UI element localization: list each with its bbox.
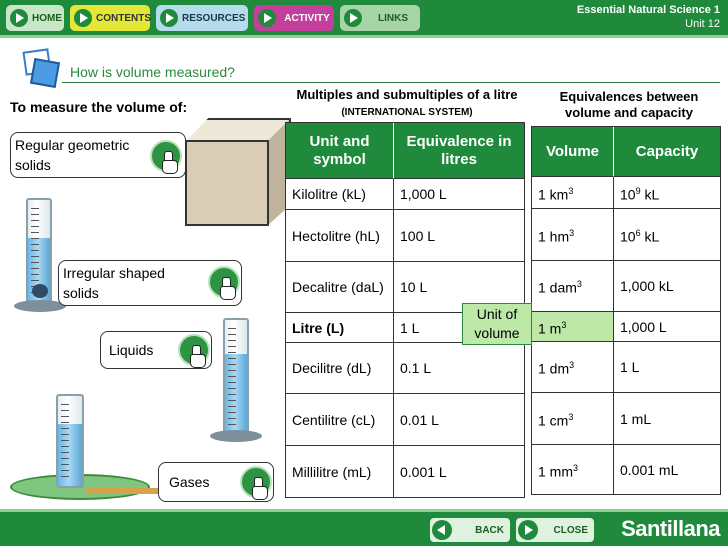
measure-heading: To measure the volume of:: [10, 99, 188, 115]
litre-unit: Millilitre (mL): [286, 446, 394, 497]
litre-equiv: 1,000 L: [394, 179, 524, 210]
hand-pointer-icon[interactable]: [150, 140, 182, 174]
cylinder-base: [210, 430, 262, 442]
play-arrow-icon: [258, 9, 276, 27]
table-row: 1 dam3 1,000 kL: [532, 261, 720, 312]
hand-pointer-icon[interactable]: [240, 466, 272, 500]
play-arrow-icon: [344, 9, 362, 27]
table-row: Centilitre (cL) 0.01 L: [286, 394, 524, 446]
equiv-header-volume: Volume: [532, 127, 614, 177]
equiv-table: Volume Capacity 1 km3 109 kL 1 hm3 106 k…: [531, 126, 721, 495]
table-row: Millilitre (mL) 0.001 L: [286, 446, 524, 497]
close-button[interactable]: CLOSE: [516, 518, 594, 542]
capacity-cell: 1 L: [614, 342, 720, 393]
volume-cell-highlighted: 1 m3: [532, 312, 614, 342]
page-title: How is volume measured?: [70, 64, 235, 80]
litre-table-title-text: Multiples and submultiples of a litre: [296, 87, 518, 102]
table-row: 1 hm3 106 kL: [532, 209, 720, 261]
table-row: 1 m3 1,000 L: [532, 312, 720, 342]
litre-equiv: 0.01 L: [394, 394, 524, 446]
equiv-header-capacity: Capacity: [614, 127, 720, 177]
contents-label: CONTENTS: [96, 12, 151, 24]
play-arrow-icon: [74, 9, 92, 27]
unit-of-volume-note: Unit of volume: [462, 303, 532, 345]
activity-button[interactable]: ACTIVITY: [254, 5, 334, 31]
volume-cell: 1 dam3: [532, 261, 614, 312]
liquids-text: Liquids: [109, 342, 154, 358]
cube-illustration: [185, 118, 295, 228]
links-button[interactable]: LINKS: [340, 5, 420, 31]
table-row: 1 cm3 1 mL: [532, 393, 720, 445]
irregular-solids-text: Irregular shaped solids: [63, 265, 165, 301]
capacity-cell: 1,000 L: [614, 312, 720, 342]
capacity-cell: 0.001 mL: [620, 461, 679, 478]
litre-unit: Centilitre (cL): [286, 394, 394, 446]
section-icon: [20, 48, 61, 90]
bottom-nav-bar: BACK CLOSE Santillana: [0, 509, 728, 546]
volume-cell: 1 hm3: [532, 209, 614, 261]
table-row: Hectolitre (hL) 100 L: [286, 210, 524, 262]
home-label: HOME: [32, 12, 62, 24]
graduated-cylinder-liquid: [223, 318, 249, 436]
course-unit: Unit 12: [685, 18, 720, 30]
table-row: Kilolitre (kL) 1,000 L: [286, 179, 524, 210]
capacity-cell: 1 mL: [614, 393, 720, 445]
capacity-cell: 109 kL: [614, 177, 720, 209]
close-label: CLOSE: [553, 524, 588, 536]
capacity-cell: 1,000 kL: [614, 261, 720, 312]
play-arrow-icon: [10, 9, 28, 27]
top-nav-bar: HOME CONTENTS RESOURCES ACTIVITY LINKS E…: [0, 0, 728, 38]
volume-cell: 1 cm3: [532, 393, 614, 445]
litre-equiv: 0.001 L: [400, 463, 447, 480]
title-divider: [62, 82, 720, 83]
back-button[interactable]: BACK: [430, 518, 510, 542]
equiv-table-title: Equivalences between volume and capacity: [559, 89, 699, 120]
links-label: LINKS: [378, 12, 408, 24]
litre-unit: Hectolitre (hL): [286, 210, 394, 262]
litre-unit: Kilolitre (kL): [286, 179, 394, 210]
table-row: 1 mm3 0.001 mL: [532, 445, 720, 494]
play-arrow-icon: [160, 9, 178, 27]
resources-label: RESOURCES: [182, 12, 246, 24]
gases-text: Gases: [169, 474, 210, 490]
course-info: Essential Natural Science 1 Unit 12: [577, 3, 720, 31]
close-arrow-icon: [518, 520, 538, 540]
back-label: BACK: [475, 524, 504, 536]
resources-button[interactable]: RESOURCES: [156, 5, 248, 31]
table-row: Decilitre (dL) 0.1 L: [286, 343, 524, 394]
hand-pointer-icon[interactable]: [208, 266, 240, 300]
litre-equiv: 100 L: [394, 210, 524, 262]
volume-cell: 1 km3: [532, 177, 614, 209]
litre-table-title: Multiples and submultiples of a litre (I…: [286, 87, 528, 121]
table-row: 1 km3 109 kL: [532, 177, 720, 209]
litre-table-subtitle: (INTERNATIONAL SYSTEM): [341, 107, 473, 118]
graduated-cylinder-stone: [26, 198, 52, 306]
course-title: Essential Natural Science 1: [576, 4, 720, 16]
activity-label: ACTIVITY: [284, 12, 330, 24]
capacity-cell: 106 kL: [614, 209, 720, 261]
back-arrow-icon: [432, 520, 452, 540]
litre-unit: Litre (L): [286, 313, 394, 343]
litre-equiv: 0.1 L: [394, 343, 524, 394]
volume-cell: 1 dm3: [532, 342, 614, 393]
gas-tube: [86, 488, 162, 494]
brand-logo: Santillana: [621, 516, 720, 541]
table-row: 1 dm3 1 L: [532, 342, 720, 393]
litre-header-unit: Unit and symbol: [286, 123, 394, 179]
hand-pointer-icon[interactable]: [178, 334, 210, 368]
litre-header-equiv: Equivalence in litres: [394, 123, 524, 179]
contents-button[interactable]: CONTENTS: [70, 5, 151, 31]
litre-unit: Decilitre (dL): [286, 343, 394, 394]
volume-cell: 1 mm3: [532, 445, 614, 494]
litre-unit: Decalitre (daL): [286, 262, 394, 313]
inverted-cylinder-gas: [56, 394, 84, 488]
home-button[interactable]: HOME: [6, 5, 64, 31]
regular-solids-text: Regular geometric solids: [15, 137, 130, 173]
